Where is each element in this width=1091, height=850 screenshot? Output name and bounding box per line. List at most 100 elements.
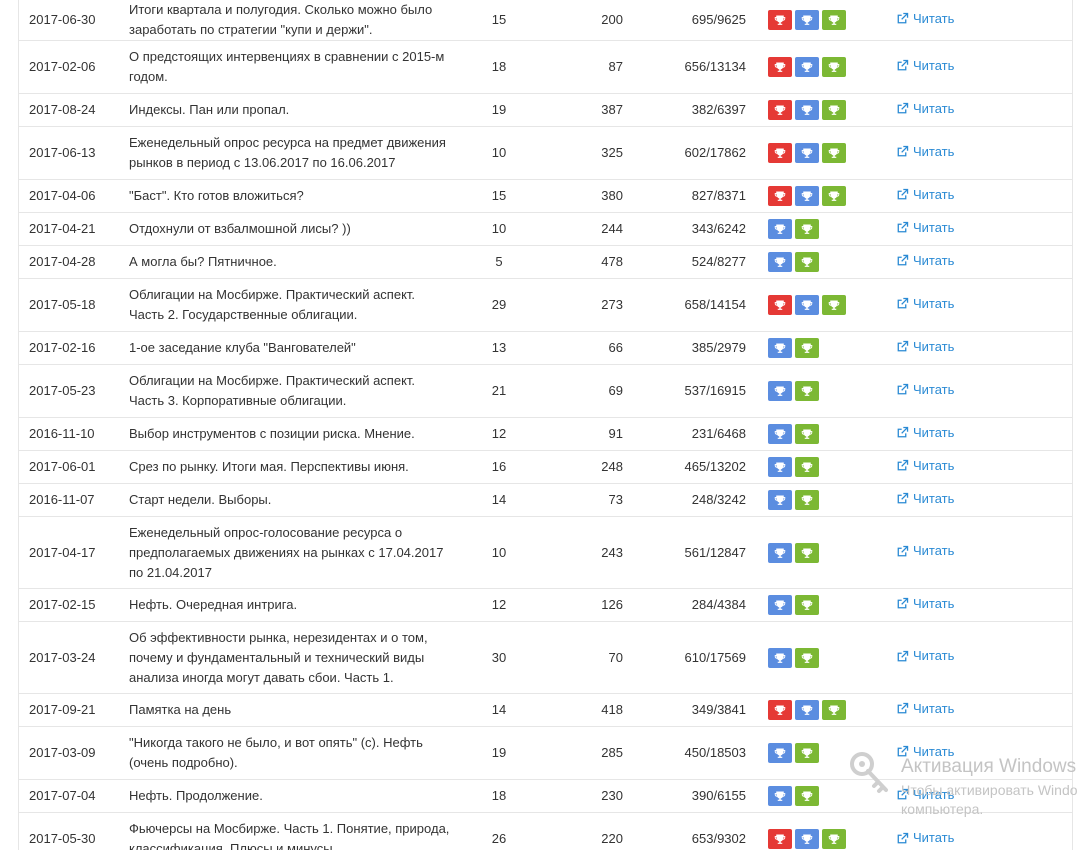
award-badge-green[interactable]	[822, 700, 846, 720]
award-badge-blue[interactable]	[768, 219, 792, 239]
award-badge-green[interactable]	[795, 252, 819, 272]
award-badge-blue[interactable]	[795, 186, 819, 206]
award-badge-green[interactable]	[795, 338, 819, 358]
row-comments-count: 14	[459, 483, 539, 517]
award-badge-red[interactable]	[768, 100, 792, 120]
award-badge-blue[interactable]	[768, 381, 792, 401]
row-title: Итоги квартала и полугодия. Сколько можн…	[129, 2, 433, 37]
award-badge-green[interactable]	[822, 829, 846, 850]
award-badge-blue[interactable]	[768, 542, 792, 563]
award-badge-red[interactable]	[768, 295, 792, 315]
read-link[interactable]: Читать	[896, 9, 954, 29]
award-badge-blue[interactable]	[795, 829, 819, 850]
read-link[interactable]: Читать	[896, 541, 954, 561]
award-badge-green[interactable]	[795, 786, 819, 806]
row-rating: 385/2979	[624, 331, 746, 365]
read-link[interactable]: Читать	[896, 742, 954, 762]
award-badge-green[interactable]	[795, 490, 819, 510]
award-badge-green[interactable]	[822, 57, 846, 77]
external-link-icon	[897, 146, 909, 157]
award-badge-green[interactable]	[795, 542, 819, 563]
badge-group	[768, 295, 896, 315]
award-badge-blue[interactable]	[768, 490, 792, 510]
badge-group	[768, 490, 896, 510]
row-badges	[746, 364, 896, 418]
read-link[interactable]: Читать	[896, 594, 954, 614]
read-link[interactable]: Читать	[896, 380, 954, 400]
award-badge-red[interactable]	[768, 143, 792, 163]
read-link[interactable]: Читать	[896, 185, 954, 205]
award-badge-red[interactable]	[768, 57, 792, 77]
read-link[interactable]: Читать	[896, 218, 954, 238]
award-badge-blue[interactable]	[768, 252, 792, 272]
award-badge-green[interactable]	[822, 295, 846, 315]
external-link-icon	[897, 598, 909, 609]
award-badge-red[interactable]	[768, 700, 792, 720]
read-link-label: Читать	[913, 830, 955, 845]
row-date: 2016-11-07	[19, 483, 119, 517]
badge-group	[768, 381, 896, 401]
award-badge-red[interactable]	[768, 10, 792, 30]
award-badge-green[interactable]	[822, 100, 846, 120]
read-link[interactable]: Читать	[896, 99, 954, 119]
award-badge-blue[interactable]	[768, 457, 792, 477]
read-link[interactable]: Читать	[896, 785, 954, 805]
award-badge-blue[interactable]	[768, 786, 792, 806]
award-badge-green[interactable]	[795, 457, 819, 477]
award-badge-red[interactable]	[768, 186, 792, 206]
award-badge-blue[interactable]	[768, 647, 792, 668]
award-badge-blue[interactable]	[795, 10, 819, 30]
award-badge-green[interactable]	[795, 381, 819, 401]
award-badge-blue[interactable]	[795, 100, 819, 120]
row-date: 2017-06-30	[29, 12, 96, 27]
read-link[interactable]: Читать	[896, 699, 954, 719]
read-link-label: Читать	[913, 100, 955, 116]
table-row: 2017-04-17 Еженедельный опрос-голосование…	[19, 516, 1072, 589]
read-link[interactable]: Читать	[896, 646, 954, 666]
table-row: 2017-08-24 Индексы. Пан или пропал. 19 387 3…	[19, 93, 1072, 127]
award-badge-blue[interactable]	[795, 700, 819, 720]
row-badges	[746, 516, 896, 589]
table-row: 2017-04-06 "Баст". Кто готов вложиться? 15…	[19, 179, 1072, 213]
read-link[interactable]: Читать	[896, 251, 954, 271]
read-link[interactable]: Читать	[896, 456, 954, 476]
read-link[interactable]: Читать	[896, 828, 954, 848]
read-link[interactable]: Читать	[896, 489, 954, 509]
row-date: 2017-02-06	[19, 40, 119, 94]
award-badge-blue[interactable]	[768, 338, 792, 358]
trophy-icon	[801, 653, 813, 663]
badge-group	[768, 595, 896, 615]
row-comments-count: 18	[459, 40, 539, 94]
row-rating: 349/3841	[624, 693, 746, 727]
award-badge-green[interactable]	[795, 595, 819, 615]
award-badge-green[interactable]	[795, 647, 819, 668]
award-badge-green[interactable]	[822, 10, 846, 30]
read-link[interactable]: Читать	[896, 423, 954, 443]
articles-table-container: 2017-06-30 Итоги квартала и полугодия. Ск…	[18, 0, 1073, 850]
award-badge-blue[interactable]	[768, 595, 792, 615]
table-row: 2017-05-18 Облигации на Мосбирже. Практич…	[19, 278, 1072, 332]
read-link[interactable]: Читать	[896, 56, 954, 76]
row-views-count: 418	[539, 693, 624, 727]
row-date: 2017-04-28	[19, 245, 119, 279]
trophy-icon	[774, 105, 786, 115]
award-badge-blue[interactable]	[795, 295, 819, 315]
read-link[interactable]: Читать	[896, 337, 954, 357]
award-badge-green[interactable]	[822, 143, 846, 163]
award-badge-blue[interactable]	[795, 57, 819, 77]
row-views-count: 325	[539, 126, 624, 180]
award-badge-red[interactable]	[768, 829, 792, 850]
award-badge-blue[interactable]	[795, 143, 819, 163]
award-badge-blue[interactable]	[768, 743, 792, 763]
award-badge-green[interactable]	[795, 743, 819, 763]
read-link[interactable]: Читать	[896, 142, 954, 162]
row-date: 2017-08-24	[19, 93, 119, 127]
award-badge-green[interactable]	[822, 186, 846, 206]
award-badge-green[interactable]	[795, 424, 819, 444]
read-link[interactable]: Читать	[896, 294, 954, 314]
award-badge-green[interactable]	[795, 219, 819, 239]
award-badge-blue[interactable]	[768, 424, 792, 444]
row-rating: 827/8371	[624, 179, 746, 213]
read-link-label: Читать	[913, 295, 955, 311]
row-read-cell: Читать	[896, 621, 1072, 694]
